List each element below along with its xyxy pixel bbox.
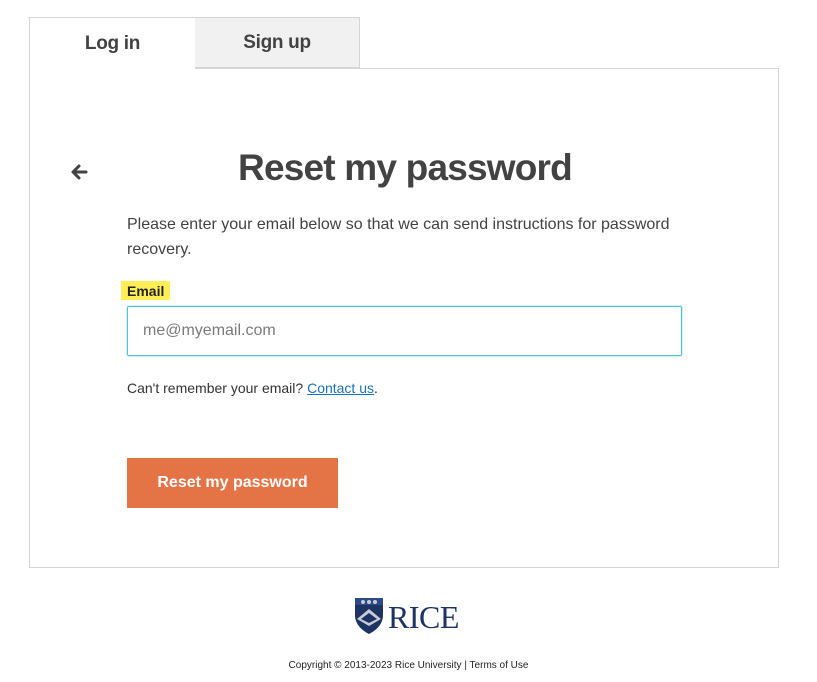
email-input[interactable]: [127, 306, 682, 356]
copyright-footer: Copyright © 2013-2023 Rice University | …: [0, 660, 817, 671]
contact-us-link[interactable]: Contact us: [307, 380, 374, 396]
terms-of-use-link[interactable]: Terms of Use: [470, 660, 529, 671]
tab-login[interactable]: Log in: [29, 17, 195, 70]
instructions-text: Please enter your email below so that we…: [127, 216, 670, 258]
rice-owl-shield-icon: [353, 595, 385, 640]
copyright-text: Copyright © 2013-2023 Rice University: [288, 660, 462, 671]
email-label: Email: [121, 281, 171, 300]
tab-signup[interactable]: Sign up: [194, 17, 360, 68]
reset-password-card: Reset my password Please enter your emai…: [29, 68, 779, 568]
help-text-suffix: .: [374, 380, 378, 396]
rice-logo-text: RICE: [388, 598, 459, 635]
reset-password-button[interactable]: Reset my password: [127, 458, 338, 508]
tab-login-label: Log in: [84, 33, 141, 54]
page: Log in Sign up Reset my password Please …: [0, 0, 817, 682]
help-text-prefix: Can't remember your email?: [127, 380, 308, 396]
footer-separator: |: [461, 660, 470, 671]
help-text: Can't remember your email? Contact us.: [127, 380, 378, 396]
rice-logo[interactable]: RICE: [353, 595, 459, 640]
tab-signup-label: Sign up: [243, 31, 311, 53]
page-title: Reset my password: [238, 147, 573, 188]
